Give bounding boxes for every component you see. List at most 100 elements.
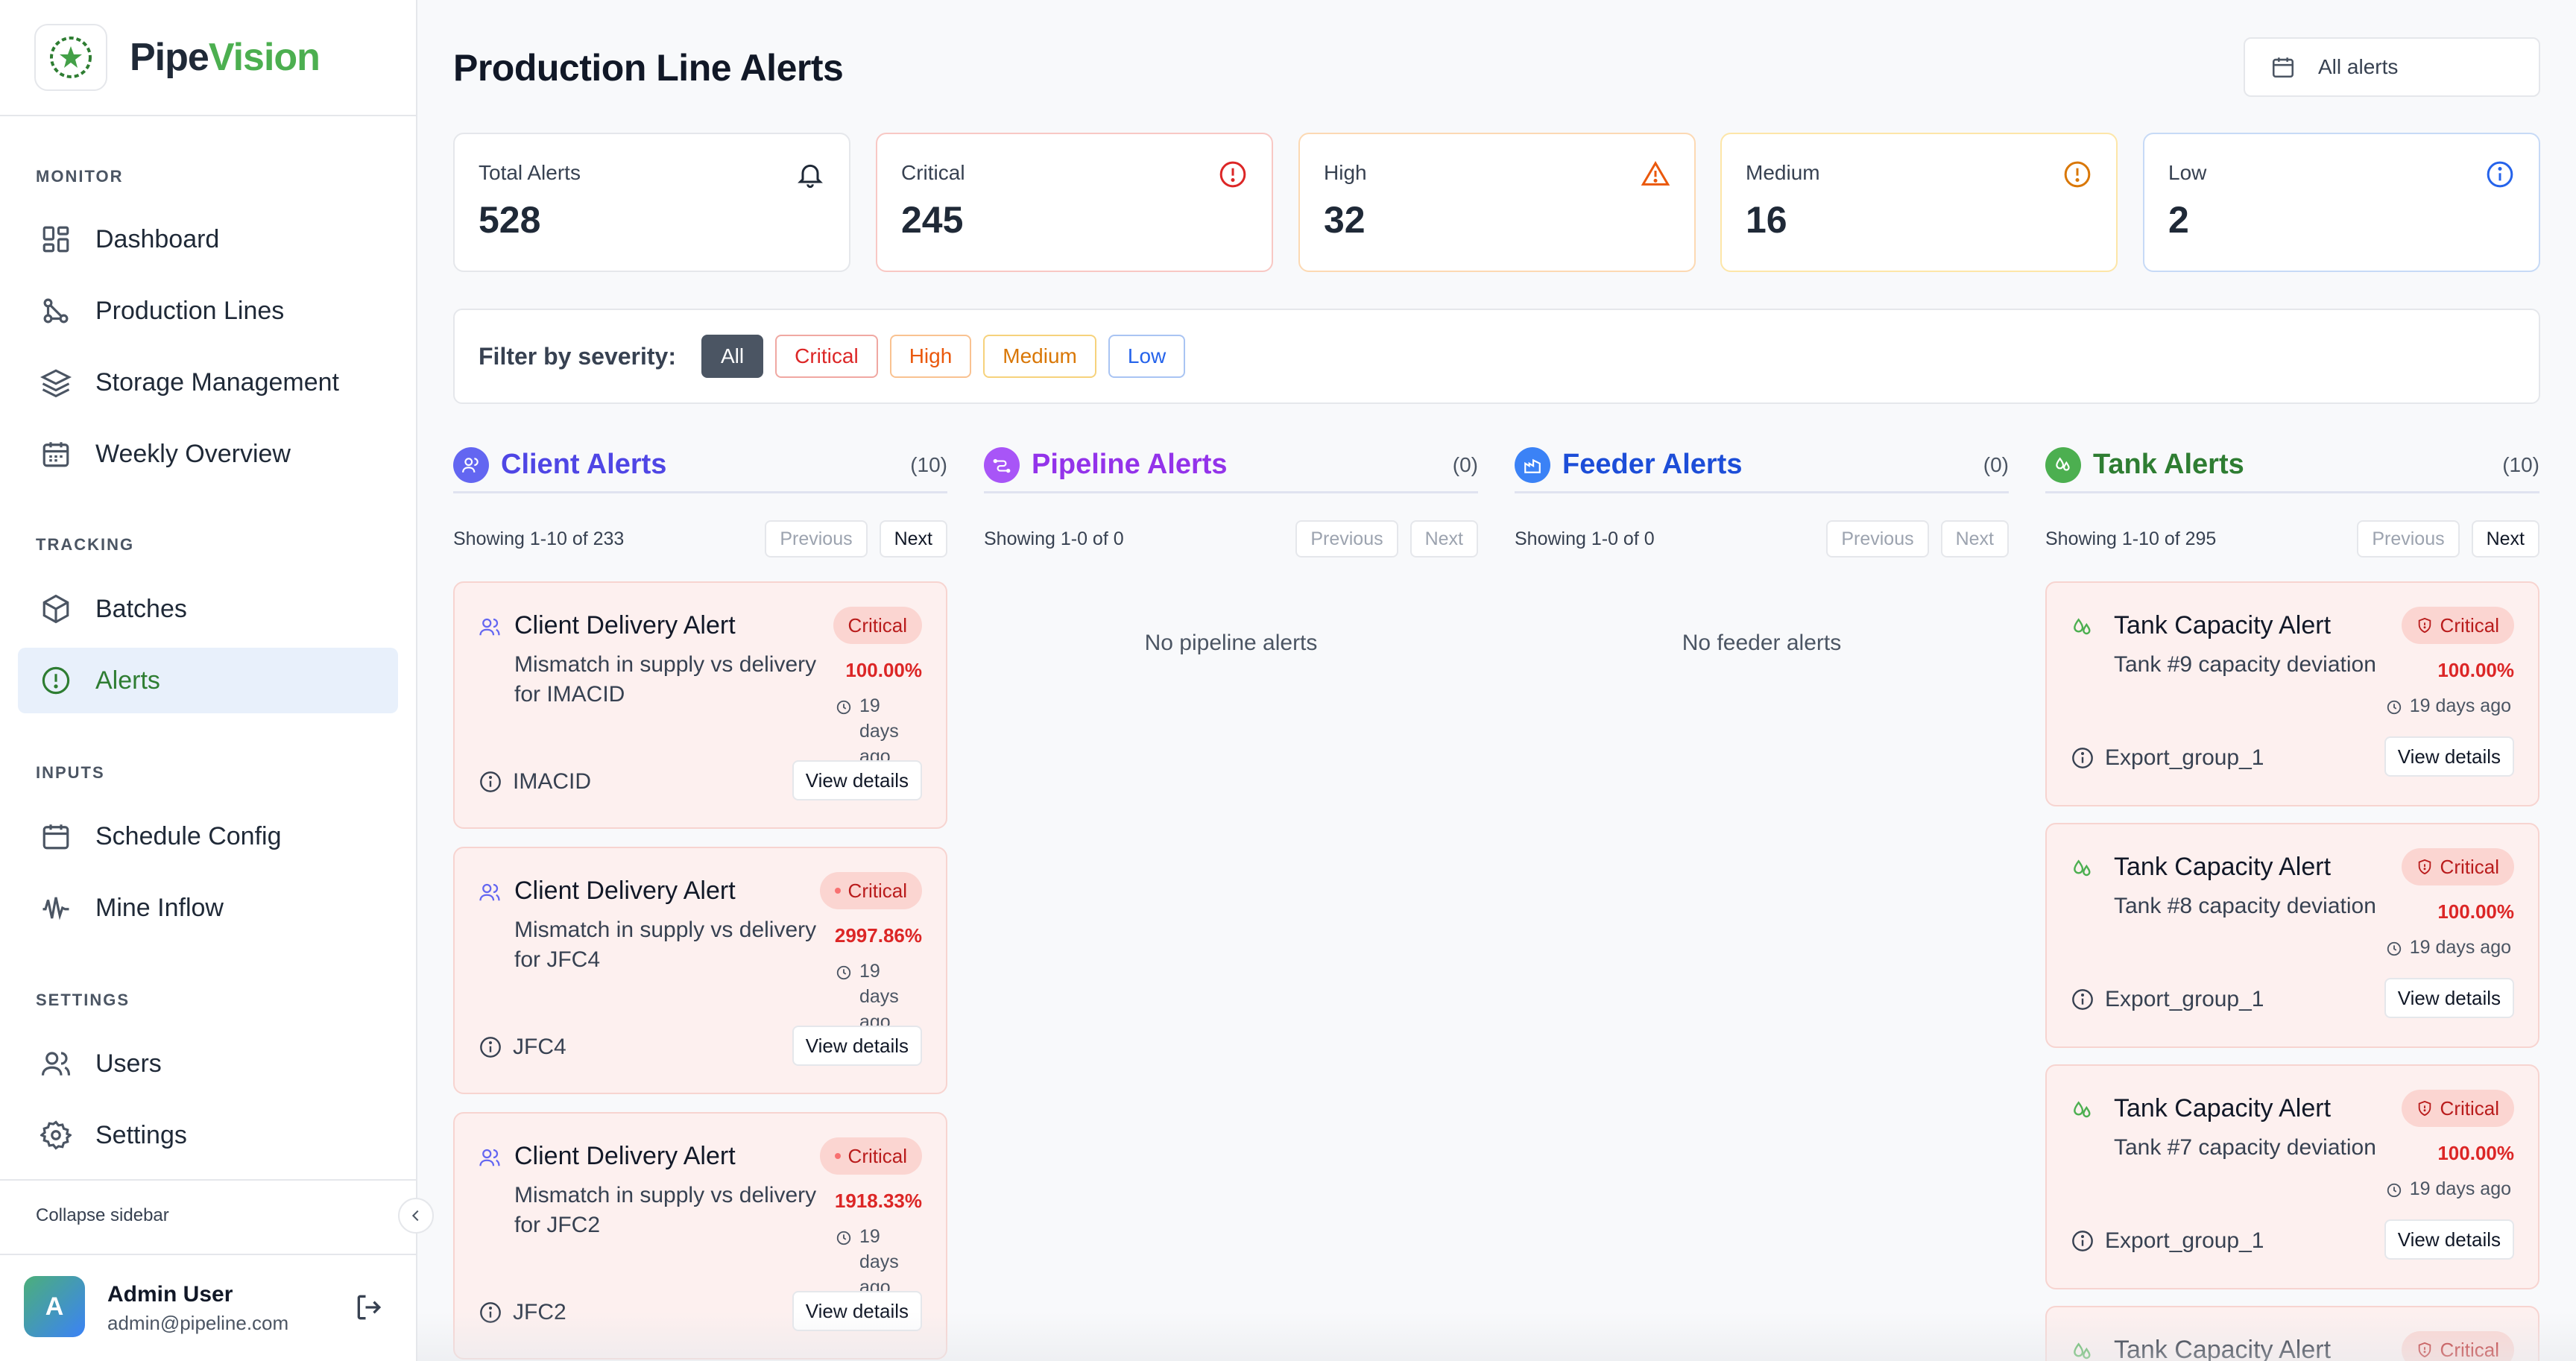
filter-chip-all[interactable]: All	[701, 335, 764, 378]
deviation-percent: 100.00%	[2437, 659, 2514, 681]
stat-value: 528	[479, 199, 541, 241]
sidebar-item-dashboard[interactable]: Dashboard	[18, 206, 398, 272]
alert-title: Tank Capacity Alert	[2114, 1336, 2332, 1361]
collapse-sidebar-label[interactable]: Collapse sidebar	[36, 1205, 169, 1226]
time-ago-label: 19 days ago	[2409, 695, 2511, 716]
next-button[interactable]: Next	[1940, 520, 2009, 558]
next-button[interactable]: Next	[879, 520, 947, 558]
time-ago: 19 days ago	[836, 959, 919, 1035]
alert-card[interactable]: Client Delivery Alert Mismatch in supply…	[453, 581, 947, 829]
sidebar-item-alerts[interactable]: Alerts	[18, 648, 398, 713]
dashboard-icon	[42, 226, 69, 253]
time-ago: 19 days ago	[836, 693, 919, 769]
stat-card-low: Low 2	[2143, 133, 2540, 272]
droplets-icon	[2045, 446, 2081, 483]
pipeline-icon	[984, 446, 1020, 483]
view-details-button[interactable]: View details	[2384, 978, 2514, 1018]
sidebar-item-storage[interactable]: Storage Management	[18, 350, 398, 415]
pager: Showing 1-0 of 0 Previous Next	[1515, 520, 2009, 558]
logout-icon[interactable]	[353, 1291, 386, 1324]
sidebar-item-weekly[interactable]: Weekly Overview	[18, 421, 398, 487]
shield-icon	[2418, 1100, 2431, 1117]
shield-icon	[2418, 617, 2431, 634]
pager-showing: Showing 1-10 of 295	[2045, 528, 2217, 549]
users-icon	[479, 883, 500, 901]
stat-label: High	[1324, 161, 1367, 184]
droplets-icon	[2074, 618, 2091, 635]
section-inputs: INPUTS	[36, 763, 105, 782]
sidebar-item-users[interactable]: Users	[18, 1031, 398, 1096]
chevron-left-icon	[411, 1210, 419, 1222]
sidebar-item-production-lines[interactable]: Production Lines	[18, 278, 398, 344]
previous-button[interactable]: Previous	[1826, 520, 1929, 558]
alert-card[interactable]: Client Delivery Alert Mismatch in supply…	[453, 847, 947, 1094]
severity-label: Critical	[847, 613, 907, 637]
sidebar-item-label: Dashboard	[95, 224, 220, 253]
stat-label: Critical	[901, 161, 965, 184]
view-details-button[interactable]: View details	[2384, 1219, 2514, 1260]
brand[interactable]: PipeVision	[0, 0, 416, 116]
severity-label: Critical	[2440, 613, 2499, 637]
view-details-button[interactable]: View details	[792, 760, 922, 801]
next-button[interactable]: Next	[2471, 520, 2539, 558]
stat-label: Total Alerts	[479, 161, 581, 184]
stat-label: Medium	[1746, 161, 1820, 184]
next-button[interactable]: Next	[1409, 520, 1478, 558]
alert-title: Client Delivery Alert	[514, 877, 736, 905]
sidebar-item-batches[interactable]: Batches	[18, 576, 398, 642]
alert-card[interactable]: Tank Capacity Alert Critical	[2045, 1306, 2539, 1361]
sidebar-item-mine[interactable]: Mine Inflow	[18, 875, 398, 941]
droplets-icon	[2074, 1342, 2091, 1360]
severity-label: Critical	[2440, 1096, 2499, 1120]
avatar[interactable]: A	[24, 1276, 85, 1337]
info-icon	[2072, 748, 2093, 768]
view-details-button[interactable]: View details	[792, 1291, 922, 1331]
page-title: Production Line Alerts	[453, 47, 844, 89]
filter-chip-high[interactable]: High	[889, 335, 972, 378]
stat-value: 245	[901, 199, 964, 241]
previous-button[interactable]: Previous	[1295, 520, 1398, 558]
empty-state: No feeder alerts	[1682, 631, 1842, 655]
severity-badge: Critical	[2401, 607, 2514, 644]
time-ago: 19 days ago	[2386, 1176, 2511, 1201]
view-details-button[interactable]: View details	[2384, 736, 2514, 777]
date-filter-button[interactable]: All alerts	[2244, 37, 2540, 97]
alert-card[interactable]: Tank Capacity Alert Tank #7 capacity dev…	[2045, 1064, 2539, 1289]
brand-name-part2: Vision	[208, 36, 321, 79]
sidebar-item-settings[interactable]: Settings	[18, 1102, 398, 1168]
alert-entity: JFC4	[479, 1035, 566, 1060]
view-details-button[interactable]: View details	[792, 1026, 922, 1066]
deviation-percent: 100.00%	[2437, 900, 2514, 923]
info-icon	[2072, 989, 2093, 1010]
alert-entity: JFC2	[479, 1300, 566, 1325]
sidebar-item-schedule[interactable]: Schedule Config	[18, 803, 398, 869]
column-header: Pipeline Alerts (0)	[984, 438, 1478, 493]
alert-card[interactable]: Tank Capacity Alert Tank #9 capacity dev…	[2045, 581, 2539, 806]
collapse-sidebar-button[interactable]	[398, 1198, 434, 1234]
info-icon	[480, 771, 501, 792]
previous-button[interactable]: Previous	[765, 520, 868, 558]
alert-card[interactable]: Client Delivery Alert Mismatch in supply…	[453, 1112, 947, 1360]
column-count: (0)	[1983, 452, 2009, 476]
column-title: Feeder Alerts	[1562, 449, 1743, 480]
clock-icon	[2387, 700, 2401, 715]
alert-card[interactable]: Tank Capacity Alert Tank #8 capacity dev…	[2045, 823, 2539, 1048]
alert-description: Mismatch in supply vs delivery for IMACI…	[514, 652, 817, 707]
stat-value: 16	[1746, 199, 1787, 241]
clock-icon	[2387, 1183, 2401, 1198]
alert-circle-icon	[42, 666, 70, 695]
calendar-icon	[2272, 57, 2294, 78]
stat-card-critical: Critical 245	[876, 133, 1273, 272]
filter-chip-low[interactable]: Low	[1108, 335, 1186, 378]
clock-icon	[836, 700, 851, 715]
filter-label: Filter by severity:	[479, 342, 676, 370]
deviation-percent: 1918.33%	[834, 1190, 922, 1212]
filter-chip-medium[interactable]: Medium	[983, 335, 1096, 378]
previous-button[interactable]: Previous	[2357, 520, 2460, 558]
entity-label: IMACID	[513, 769, 591, 794]
time-ago-label: 19 days ago	[859, 961, 899, 1032]
sidebar-item-label: Batches	[95, 594, 187, 623]
stat-card-total: Total Alerts 528	[453, 133, 850, 272]
sidebar-item-label: Production Lines	[95, 296, 285, 325]
filter-chip-critical[interactable]: Critical	[775, 335, 878, 378]
